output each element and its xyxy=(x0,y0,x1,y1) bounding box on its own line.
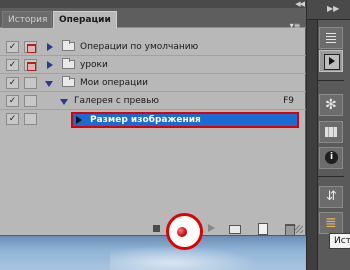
actions-list: ✓ Операции по умолчанию ✓ уроки ✓ Мои оп… xyxy=(0,38,306,131)
action-label: Галерея с превью xyxy=(74,96,159,106)
tab-bar: История Операции ▾≡ xyxy=(0,8,306,30)
toggle-item-checkbox[interactable]: ✓ xyxy=(6,59,19,71)
stop-icon[interactable] xyxy=(150,222,164,234)
collapse-arrow-icon[interactable] xyxy=(45,81,53,87)
expand-arrow-icon[interactable] xyxy=(47,61,53,69)
list-item[interactable]: ✓ Мои операции xyxy=(0,74,306,92)
panel-toolbar xyxy=(0,220,306,236)
tab-actions[interactable]: Операции xyxy=(53,11,117,28)
resize-grip-icon[interactable] xyxy=(295,225,303,233)
folder-icon xyxy=(62,40,75,51)
history-lines-icon[interactable] xyxy=(319,27,343,49)
info-icon[interactable] xyxy=(319,147,343,169)
collapse-arrow-icon[interactable] xyxy=(60,99,68,105)
toggle-item-checkbox[interactable]: ✓ xyxy=(6,95,19,107)
list-item[interactable]: ✓ уроки xyxy=(0,56,306,74)
dialog-toggle-icon[interactable] xyxy=(24,113,37,125)
dock-divider xyxy=(318,176,344,177)
play-icon[interactable] xyxy=(204,222,218,234)
list-item[interactable]: ✓ Операции по умолчанию xyxy=(0,38,306,56)
folder-icon xyxy=(62,76,75,87)
selected-step[interactable]: Размер изображения xyxy=(73,114,297,126)
tooltip: Исто xyxy=(329,233,350,249)
toggle-item-checkbox[interactable]: ✓ xyxy=(6,113,19,125)
dialog-toggle-icon[interactable] xyxy=(24,41,37,53)
dialog-toggle-icon[interactable] xyxy=(24,59,37,71)
navigator-wheel-icon[interactable] xyxy=(319,94,343,116)
list-item-selected[interactable]: ✓ Размер изображения xyxy=(0,110,306,131)
tab-history[interactable]: История xyxy=(2,11,52,28)
document-canvas-background xyxy=(0,236,306,270)
action-set-label: Мои операции xyxy=(80,78,148,88)
toggle-item-checkbox[interactable]: ✓ xyxy=(6,77,19,89)
list-item[interactable]: ✓ Галерея с превью F9 xyxy=(0,92,306,110)
dialog-toggle-icon[interactable] xyxy=(24,77,37,89)
expand-dock-icon[interactable]: ▶▶ xyxy=(327,4,339,14)
selection-highlight-outline: Размер изображения xyxy=(71,112,299,128)
action-set-label: уроки xyxy=(80,60,108,70)
histogram-icon[interactable] xyxy=(319,121,343,143)
dock-divider xyxy=(318,80,344,81)
action-shortcut: F9 xyxy=(283,96,294,106)
collapse-arrows-icon[interactable]: ◀◀ xyxy=(295,0,305,8)
record-icon[interactable] xyxy=(173,225,191,239)
new-action-icon[interactable] xyxy=(255,222,269,235)
action-set-label: Операции по умолчанию xyxy=(80,42,199,52)
history-icon[interactable] xyxy=(319,212,343,234)
actions-panel: ◀◀ История Операции ▾≡ ✓ Операции по умо… xyxy=(0,0,306,236)
step-label: Размер изображения xyxy=(90,115,201,125)
expand-arrow-icon[interactable] xyxy=(47,43,53,51)
expand-arrow-icon[interactable] xyxy=(76,116,82,124)
folder-icon xyxy=(62,58,75,69)
dialog-toggle-icon[interactable] xyxy=(24,95,37,107)
toggle-item-checkbox[interactable]: ✓ xyxy=(6,41,19,53)
trash-icon[interactable] xyxy=(282,222,296,236)
panel-menu-icon[interactable]: ▾≡ xyxy=(288,20,302,32)
panel-title-strip: ◀◀ xyxy=(0,0,306,8)
plug-icon[interactable] xyxy=(319,186,343,208)
actions-play-icon[interactable] xyxy=(319,50,343,72)
new-set-icon[interactable] xyxy=(227,222,241,234)
